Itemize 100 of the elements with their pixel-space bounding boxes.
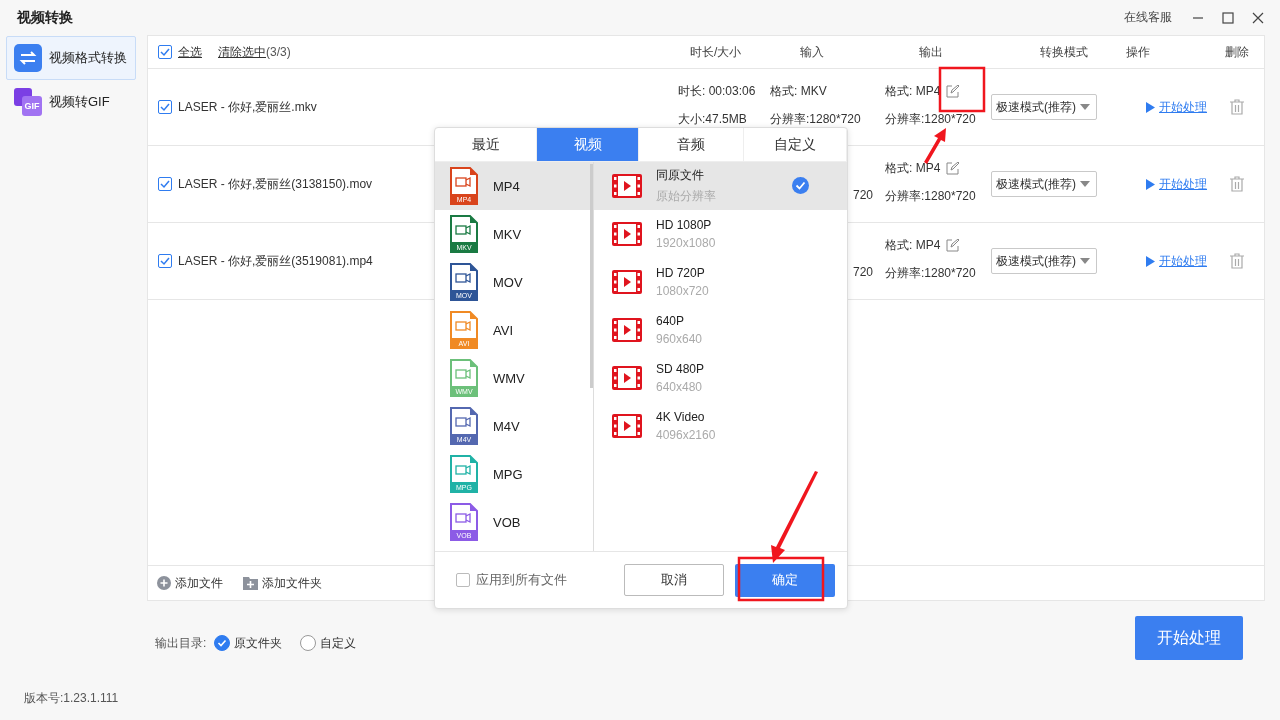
output-resolution-text: 分辨率:1280*720: [885, 187, 977, 205]
output-resolution-text: 分辨率:1280*720: [885, 264, 977, 282]
check-icon: [792, 177, 809, 194]
apply-all-checkbox[interactable]: [456, 573, 470, 587]
play-icon: [1146, 255, 1155, 267]
format-tab[interactable]: 音频: [639, 128, 744, 161]
output-dir-option[interactable]: 原文件夹: [214, 634, 283, 652]
film-icon: [612, 318, 642, 342]
preset-resolution: 4096x2160: [656, 428, 716, 442]
window-title: 视频转换: [17, 8, 73, 27]
film-icon: [612, 366, 642, 390]
confirm-button[interactable]: 确定: [735, 563, 835, 597]
row-checkbox[interactable]: [158, 254, 172, 268]
column-header: 转换模式: [1039, 44, 1088, 59]
preset-name: 4K Video: [656, 410, 706, 424]
start-link[interactable]: 开始处理: [1159, 252, 1207, 270]
film-icon: [612, 174, 642, 198]
preset-item[interactable]: 640P 960x640: [594, 306, 847, 354]
start-link[interactable]: 开始处理: [1159, 98, 1207, 116]
preset-item[interactable]: HD 1080P 1920x1080: [594, 210, 847, 258]
file-name: LASER - 你好,爱丽丝.mkv: [178, 98, 317, 116]
preset-name: 同原文件: [656, 167, 705, 184]
close-icon[interactable]: [1252, 11, 1264, 24]
film-icon: [612, 270, 642, 294]
film-icon: [612, 222, 642, 246]
input-resolution-text: 720: [852, 188, 874, 202]
preset-name: SD 480P: [656, 362, 705, 376]
clear-selection-link[interactable]: 清除选中: [218, 43, 266, 61]
radio-button[interactable]: [214, 635, 231, 651]
maximize-icon[interactable]: [1222, 11, 1234, 24]
input-resolution-text: 720: [852, 265, 874, 279]
sidebar-item[interactable]: 视频格式转换: [6, 36, 136, 80]
select-all-checkbox[interactable]: [158, 45, 172, 59]
annotation-arrow: [924, 128, 946, 164]
cancel-button[interactable]: 取消: [624, 564, 724, 596]
output-format-text: 格式: MP4: [885, 82, 941, 100]
preset-resolution: 1920x1080: [656, 236, 716, 250]
preset-name: 640P: [656, 314, 686, 328]
add-button[interactable]: 添加文件: [157, 574, 223, 592]
format-label: MP4: [493, 178, 520, 194]
row-checkbox[interactable]: [158, 177, 172, 191]
trash-icon[interactable]: [1230, 176, 1244, 192]
file-name: LASER - 你好,爱丽丝(3519081).mp4: [178, 252, 373, 270]
format-tab[interactable]: 自定义: [744, 128, 847, 161]
column-header: 输出: [919, 44, 943, 59]
start-button[interactable]: 开始处理: [1135, 616, 1243, 660]
version-text: 版本号:1.23.1.111: [24, 690, 119, 707]
play-icon: [1146, 101, 1155, 113]
trash-icon[interactable]: [1230, 99, 1244, 115]
format-label: VOB: [493, 514, 521, 530]
edit-icon[interactable]: [946, 161, 960, 175]
preset-item[interactable]: HD 720P 1080x720: [594, 258, 847, 306]
preset-item[interactable]: SD 480P 640x480: [594, 354, 847, 402]
caret-icon: [1080, 104, 1090, 110]
mode-dropdown[interactable]: 极速模式(推荐): [991, 171, 1097, 197]
edit-icon[interactable]: [946, 238, 960, 252]
row-checkbox[interactable]: [158, 100, 172, 114]
output-resolution-text: 分辨率:1280*720: [885, 110, 977, 128]
input-format-text: 格式: MKV: [770, 82, 828, 100]
trash-icon[interactable]: [1230, 253, 1244, 269]
play-icon: [1146, 178, 1155, 190]
apply-all-option[interactable]: 应用到所有文件: [456, 571, 624, 589]
add-button[interactable]: 添加文件夹: [243, 574, 322, 592]
edit-icon[interactable]: [946, 84, 960, 98]
mode-dropdown[interactable]: 极速模式(推荐): [991, 94, 1097, 120]
preset-name: HD 1080P: [656, 218, 713, 232]
column-header: 删除: [1225, 43, 1249, 61]
radio-button[interactable]: [300, 635, 317, 651]
column-header: 时长/大小: [690, 44, 742, 59]
output-dir-label: 输出目录:: [155, 634, 207, 652]
format-label: AVI: [493, 322, 513, 338]
scrollbar[interactable]: [590, 164, 593, 388]
plus-circle-icon: [157, 576, 171, 590]
output-format-text: 格式: MP4: [885, 236, 941, 254]
caret-icon: [1080, 181, 1090, 187]
format-tab[interactable]: 视频: [537, 128, 639, 161]
preset-resolution: 640x480: [656, 380, 704, 394]
start-link[interactable]: 开始处理: [1159, 175, 1207, 193]
format-label: MOV: [493, 274, 523, 290]
size-text: 大小:47.5MB: [678, 110, 748, 128]
sidebar-item[interactable]: GIF 视频转GIF: [6, 80, 136, 124]
file-name: LASER - 你好,爱丽丝(3138150).mov: [178, 175, 373, 193]
input-resolution-text: 分辨率:1280*720: [770, 110, 862, 128]
column-header: 操作: [1126, 43, 1150, 61]
swap-arrows-icon: [14, 44, 42, 72]
caret-icon: [1080, 258, 1090, 264]
preset-resolution: 1080x720: [656, 284, 709, 298]
select-all-link[interactable]: 全选: [178, 43, 202, 61]
output-dir-option[interactable]: 自定义: [300, 634, 357, 652]
format-label: WMV: [493, 370, 525, 386]
preset-resolution: 960x640: [656, 332, 703, 346]
highlight-box: [938, 66, 986, 113]
mode-dropdown[interactable]: 极速模式(推荐): [991, 248, 1097, 274]
check-icon: [217, 638, 228, 648]
format-label: M4V: [493, 418, 520, 434]
duration-text: 时长: 00:03:06: [678, 82, 757, 100]
preset-item[interactable]: 4K Video 4096x2160: [594, 402, 847, 450]
selection-count: (3/3): [266, 45, 291, 59]
format-label: MKV: [493, 226, 522, 242]
support-link[interactable]: 在线客服: [1124, 9, 1172, 26]
